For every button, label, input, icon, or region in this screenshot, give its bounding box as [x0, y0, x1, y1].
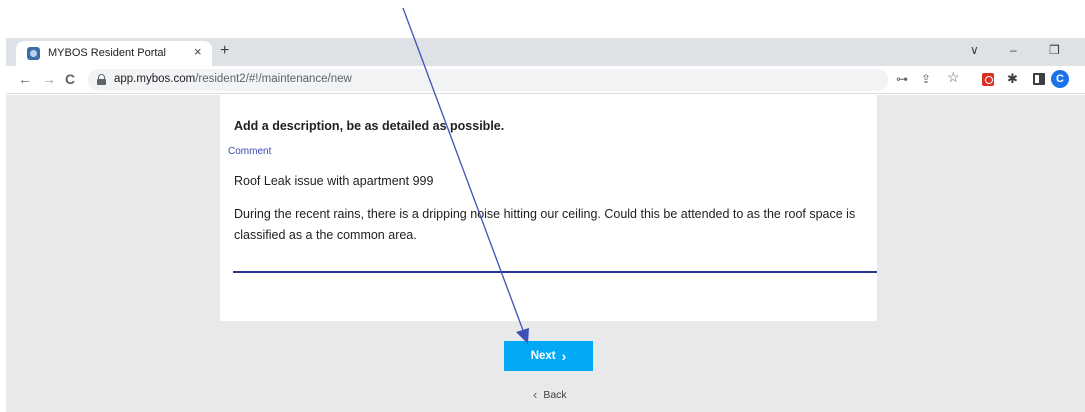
- extensions-puzzle-icon[interactable]: ✱: [1007, 72, 1018, 86]
- tab-search-chevron-icon[interactable]: ∨: [970, 43, 979, 57]
- bookmark-star-icon[interactable]: ☆: [947, 70, 960, 84]
- comment-textarea[interactable]: Roof Leak issue with apartment 999 Durin…: [234, 171, 874, 258]
- comment-line: Roof Leak issue with apartment 999: [234, 174, 434, 188]
- side-panel-icon[interactable]: [1033, 73, 1045, 85]
- forward-arrow-icon[interactable]: →: [42, 71, 56, 87]
- page-content: Add a description, be as detailed as pos…: [6, 95, 1085, 412]
- minimize-icon[interactable]: –: [1010, 43, 1017, 57]
- browser-tab[interactable]: MYBOS Resident Portal ×: [16, 41, 212, 66]
- profile-avatar[interactable]: C: [1051, 70, 1069, 88]
- url-text: app.mybos.com/resident2/#!/maintenance/n…: [114, 73, 352, 85]
- browser-toolbar: ← → C app.mybos.com/resident2/#!/mainten…: [6, 66, 1085, 94]
- comment-underline: [233, 271, 877, 273]
- next-button[interactable]: Next ›: [504, 341, 593, 371]
- chevron-right-icon: ›: [561, 348, 567, 364]
- tab-title: MYBOS Resident Portal: [48, 47, 166, 59]
- reload-icon[interactable]: C: [65, 71, 75, 87]
- url-host: app.mybos.com: [114, 73, 196, 85]
- tab-close-icon[interactable]: ×: [194, 45, 202, 59]
- restore-icon[interactable]: ❐: [1049, 43, 1060, 57]
- next-button-label: Next: [530, 350, 556, 362]
- new-tab-icon[interactable]: +: [220, 42, 229, 60]
- back-link[interactable]: ‹ Back: [533, 387, 567, 402]
- back-link-label: Back: [543, 389, 567, 401]
- lock-icon[interactable]: [97, 74, 106, 85]
- comment-label: Comment: [228, 146, 272, 157]
- chevron-left-icon: ‹: [533, 387, 538, 402]
- pdf-extension-icon[interactable]: [982, 73, 994, 86]
- form-heading: Add a description, be as detailed as pos…: [234, 119, 505, 133]
- top-margin: [0, 0, 1085, 38]
- comment-line: During the recent rains, there is a drip…: [234, 207, 856, 242]
- url-path: /resident2/#!/maintenance/new: [195, 73, 352, 85]
- screenshot-root: MYBOS Resident Portal × + ∨ – ❐ ← → C ap…: [0, 0, 1085, 412]
- address-bar[interactable]: app.mybos.com/resident2/#!/maintenance/n…: [88, 69, 888, 91]
- share-icon[interactable]: ⇪: [921, 72, 931, 86]
- browser-tab-bar: MYBOS Resident Portal × + ∨ – ❐: [6, 38, 1085, 66]
- mybos-favicon-icon: [27, 47, 40, 60]
- password-key-icon[interactable]: ⊶: [896, 72, 908, 86]
- description-card: Add a description, be as detailed as pos…: [220, 95, 877, 321]
- back-arrow-icon[interactable]: ←: [18, 71, 32, 87]
